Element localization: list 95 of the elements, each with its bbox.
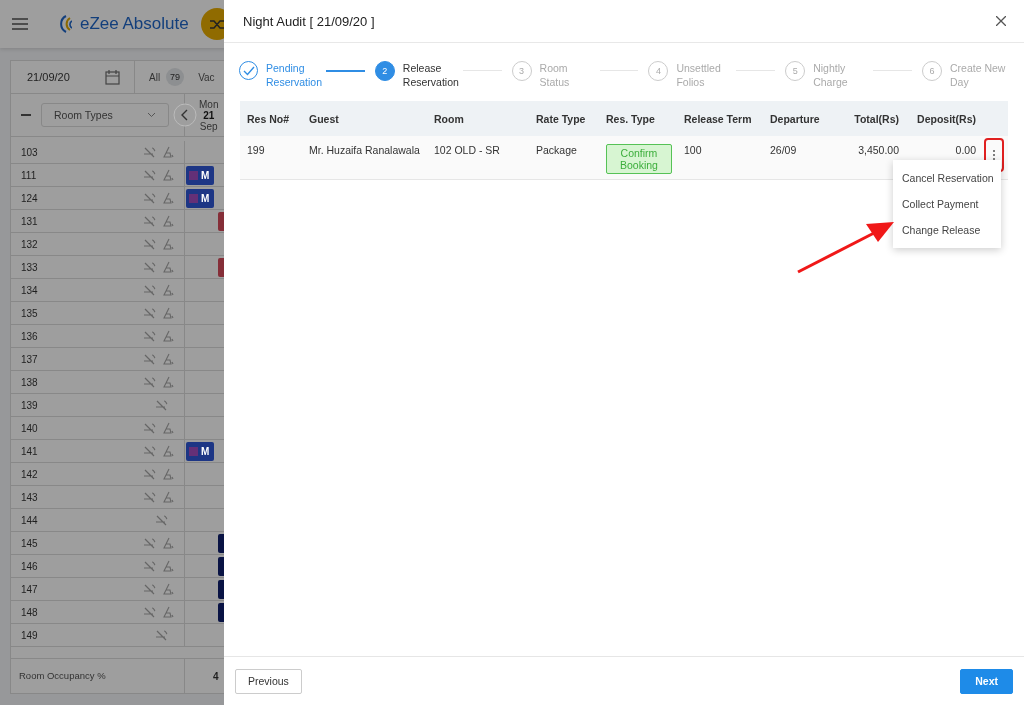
room-number: 145 xyxy=(21,537,39,549)
filter-tab[interactable]: Vac xyxy=(198,71,215,83)
dialog-title: Night Audit [ 21/09/20 ] xyxy=(243,13,375,29)
month-label: Sep xyxy=(199,120,218,132)
column-header: Deposit(Rs) xyxy=(916,112,977,125)
table-cell-text: 0.00 xyxy=(954,144,977,156)
no-smoking-icon xyxy=(143,491,156,503)
room-number: 124 xyxy=(21,192,39,204)
chevron-down-icon[interactable] xyxy=(147,112,156,118)
no-smoking-icon xyxy=(143,261,156,273)
previous-button[interactable]: Previous xyxy=(235,668,302,694)
table-cell-text: 3,450.00 xyxy=(857,144,900,156)
room-number: 142 xyxy=(21,468,39,480)
count-badge: 79 xyxy=(166,68,185,86)
no-smoking-icon xyxy=(143,560,156,572)
table-cell-text: 100 xyxy=(683,144,703,156)
no-smoking-icon xyxy=(155,514,168,526)
no-smoking-icon xyxy=(143,192,156,204)
table-cell-text: 102 OLD - SR xyxy=(433,144,501,156)
column-header: Room xyxy=(433,112,465,125)
room-number: 143 xyxy=(21,491,39,503)
menu-item[interactable]: Cancel Reservation xyxy=(893,165,1001,191)
room-number: 136 xyxy=(21,330,39,342)
room-number: 146 xyxy=(21,560,39,572)
no-smoking-icon xyxy=(143,169,156,181)
no-smoking-icon xyxy=(143,330,156,342)
wizard-step: 3 Room Status xyxy=(511,61,600,89)
check-icon xyxy=(242,65,255,76)
room-number: 147 xyxy=(21,583,39,595)
occupancy-value: 4 xyxy=(213,670,219,682)
calendar-icon[interactable] xyxy=(105,69,120,85)
room-number: 148 xyxy=(21,606,39,618)
day-number: 21 xyxy=(203,109,215,121)
menu-item[interactable]: Collect Payment xyxy=(893,191,1001,217)
no-smoking-icon xyxy=(155,629,168,641)
room-number: 134 xyxy=(21,284,39,296)
no-smoking-icon xyxy=(143,146,156,158)
column-header: Guest xyxy=(308,112,340,125)
wizard-step: 4 Unsettled Folios xyxy=(648,61,737,89)
wizard-step: 6 Create New Day xyxy=(922,61,1010,89)
no-smoking-icon xyxy=(143,215,156,227)
no-smoking-icon xyxy=(155,399,168,411)
room-number: 132 xyxy=(21,238,39,250)
table-cell-text: Package xyxy=(535,144,578,156)
room-number: 144 xyxy=(21,514,39,526)
room-number: 140 xyxy=(21,422,39,434)
room-types-dropdown[interactable]: Room Types xyxy=(41,103,169,127)
weekday-label: Mon xyxy=(199,98,219,110)
previous-icon[interactable] xyxy=(173,103,197,127)
table-cell-text: Mr. Huzaifa Ranalawala xyxy=(308,144,421,156)
filter-tab[interactable]: All xyxy=(149,71,161,83)
next-button[interactable]: Next xyxy=(960,668,1013,694)
no-smoking-icon xyxy=(143,583,156,595)
wizard-step: 5 Nightly Charge xyxy=(785,61,874,89)
no-smoking-icon xyxy=(143,284,156,296)
room-number: 131 xyxy=(21,215,39,227)
room-number: 138 xyxy=(21,376,39,388)
column-header: Res. Type xyxy=(605,112,656,125)
close-icon[interactable] xyxy=(996,16,1006,26)
no-smoking-icon xyxy=(143,606,156,618)
no-smoking-icon xyxy=(143,307,156,319)
more-icon[interactable] xyxy=(992,149,996,161)
booking-chip[interactable]: M xyxy=(186,441,214,461)
no-smoking-icon xyxy=(143,468,156,480)
room-number: 137 xyxy=(21,353,39,365)
column-header: Res No# xyxy=(246,112,290,125)
brand-name: eZee Absolute xyxy=(80,14,189,34)
room-number: 149 xyxy=(21,629,39,641)
room-number: 133 xyxy=(21,261,39,273)
room-number: 141 xyxy=(21,445,39,457)
room-number: 139 xyxy=(21,399,39,411)
status-tag: Confirm Booking xyxy=(606,144,672,174)
column-header: Departure xyxy=(769,112,821,125)
room-number: 111 xyxy=(21,169,38,181)
menu-icon[interactable] xyxy=(12,18,28,30)
no-smoking-icon xyxy=(143,445,156,457)
menu-item[interactable]: Change Release xyxy=(893,217,1001,243)
no-smoking-icon xyxy=(143,353,156,365)
booking-chip[interactable]: M xyxy=(186,165,214,185)
room-number: 103 xyxy=(21,146,39,158)
no-smoking-icon xyxy=(143,537,156,549)
no-smoking-icon xyxy=(143,238,156,250)
column-header: Total(Rs) xyxy=(853,112,900,125)
wizard-step: Pending Reservation xyxy=(239,61,326,89)
table-cell-text: 26/09 xyxy=(769,144,798,156)
date-label: 21/09/20 xyxy=(27,71,70,83)
room-number: 135 xyxy=(21,307,39,319)
column-header: Rate Type xyxy=(535,112,587,125)
column-header: Release Term xyxy=(683,112,753,125)
no-smoking-icon xyxy=(143,422,156,434)
wizard-step: 2 Release Reservation xyxy=(374,61,463,89)
booking-chip[interactable]: M xyxy=(186,188,214,208)
occupancy-label: Room Occupancy % xyxy=(11,659,185,693)
no-smoking-icon xyxy=(143,376,156,388)
table-cell-text: 199 xyxy=(246,144,266,156)
